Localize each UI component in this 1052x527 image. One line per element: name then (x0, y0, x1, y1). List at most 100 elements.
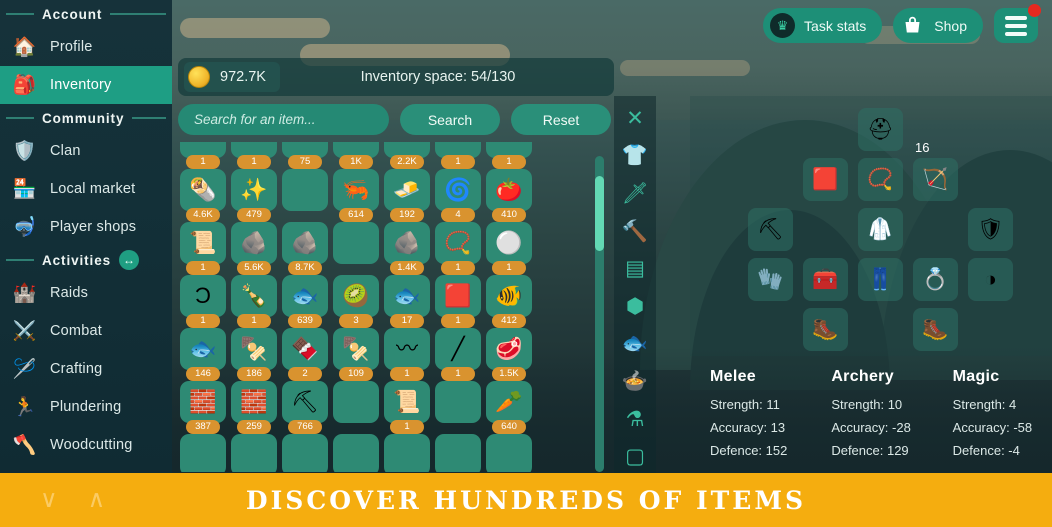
hamburger-menu-icon[interactable] (994, 4, 1041, 43)
scrollbar-thumb[interactable] (595, 176, 604, 251)
item-copper-bar[interactable]: 🧱 (180, 381, 226, 423)
sidebar-item-label: Local market (50, 181, 136, 197)
chevron-down-icon[interactable]: ∨ (40, 488, 58, 512)
item-carrot[interactable]: 🥕 (486, 381, 532, 423)
item-air-rune[interactable]: 🌀 (435, 169, 481, 211)
item-fish-skewer-2[interactable]: 🍢 (231, 328, 277, 370)
item-potions[interactable]: 🍾 (231, 275, 277, 317)
hammer-icon[interactable]: 🔨 (618, 215, 652, 248)
sidebar-item-local-market[interactable]: 🏪 Local market (0, 170, 172, 208)
shirt-icon[interactable]: 👕 (618, 140, 652, 173)
sidebar-item-fishing[interactable]: 🐟Fishing (0, 464, 172, 473)
item-sparkle[interactable]: ✨ (231, 169, 277, 211)
inventory-cell (484, 434, 534, 472)
weapon-slot[interactable]: ⛏ (748, 208, 793, 251)
ring-slot[interactable]: 💍 (913, 258, 958, 301)
item-quantity-badge: 1 (186, 314, 220, 328)
item-wrap[interactable]: 🌯 (180, 169, 226, 211)
body-slot[interactable]: 🥼 (858, 208, 903, 251)
combat-stats-panel: Melee Strength: 11 Accuracy: 13 Defence: 15… (710, 368, 1052, 473)
sidebar-item-player-shops[interactable]: 🤿 Player shops (0, 208, 172, 246)
inventory-scrollbar[interactable] (595, 156, 604, 472)
inventory-cell (433, 434, 483, 472)
item-thread[interactable]: 〰 (384, 328, 430, 370)
inventory-cell (229, 434, 279, 472)
close-icon[interactable]: ✕ (618, 102, 652, 135)
item-fish-blue[interactable]: 🐠 (486, 275, 532, 317)
chevron-up-icon[interactable]: ∧ (88, 488, 106, 512)
inventory-cell: 🥩 1.5K (484, 328, 534, 381)
amulet-slot[interactable]: 📿 (858, 158, 903, 201)
item-amulet[interactable]: 📿 (435, 222, 481, 264)
shop-button[interactable]: Shop (893, 8, 983, 43)
search-input[interactable] (178, 104, 389, 135)
item-fish-raw[interactable]: 🐟 (384, 275, 430, 317)
divider-line (6, 117, 34, 119)
inventory-cell: 🐟 639 (280, 275, 330, 328)
inventory-cell: ✨ 479 (229, 169, 279, 222)
boots-slot[interactable]: 🥾 (803, 308, 848, 351)
stat-accuracy: Accuracy: -28 (831, 420, 911, 435)
item-meat[interactable]: 🥩 (486, 328, 532, 370)
task-stats-button[interactable]: ♛ Task stats (763, 8, 883, 43)
boots-slot-2[interactable]: 🥾 (913, 308, 958, 351)
item-partial-row-6 (435, 434, 481, 472)
search-button[interactable]: Search (400, 104, 500, 135)
sidebar-item-combat[interactable]: ⚔️ Combat (0, 312, 172, 350)
item-tomato[interactable]: 🍅 (486, 169, 532, 211)
bracelet-slot[interactable]: ◑ (968, 258, 1013, 301)
logs-icon[interactable]: ▤ (618, 252, 652, 285)
item-ore-grey[interactable]: 🪨 (384, 222, 430, 264)
gloves-slot[interactable]: 🧤 (748, 258, 793, 301)
item-log-roll[interactable]: 🍫 (282, 328, 328, 370)
item-gold-bar[interactable]: 🧈 (384, 169, 430, 211)
sidebar-item-inventory[interactable]: 🎒 Inventory (0, 66, 172, 104)
item-fish-perch[interactable]: 🐟 (282, 275, 328, 317)
item-ore-chunk[interactable]: ⛏ (282, 381, 328, 423)
sidebar-item-woodcutting[interactable]: 🪓 Woodcutting (0, 426, 172, 464)
tools-slot[interactable]: 🧰 (803, 258, 848, 301)
expand-arrows-icon[interactable]: ↔ (119, 250, 140, 270)
item-ore-brown[interactable]: 🪨 (231, 222, 277, 264)
sidebar-item-plundering[interactable]: 🏃 Plundering (0, 388, 172, 426)
inventory-cell (331, 434, 381, 472)
legs-slot[interactable]: 👖 (858, 258, 903, 301)
item-bracelet[interactable]: Ɔ (180, 275, 226, 317)
item-cooked-fish[interactable]: 🍢 (333, 328, 379, 370)
item-fish-skewer-1[interactable]: 🐟 (180, 328, 226, 370)
shield-slot[interactable]: 🛡 (968, 208, 1013, 251)
inventory-cell: ╱ 1 (433, 328, 483, 381)
item-quantity-badge: 75 (288, 155, 322, 169)
ammo-slot[interactable]: 🏹 16 (913, 141, 958, 201)
item-iron-bar[interactable]: 🧱 (231, 381, 277, 423)
inventory-cell: 🍢 109 (331, 328, 381, 381)
item-pickaxe-scroll[interactable]: 📜 (384, 381, 430, 423)
item-ore-dark[interactable]: 🪨 (282, 222, 328, 264)
sidebar-item-profile[interactable]: 🏠 Profile (0, 28, 172, 66)
inventory-cell: 📿 1 (433, 222, 483, 275)
sidebar-item-raids[interactable]: 🏰 Raids (0, 274, 172, 312)
item-quantity-badge: 2 (288, 367, 322, 381)
item-spear[interactable]: ╱ (435, 328, 481, 370)
item-shrimp[interactable]: 🦐 (333, 169, 379, 211)
sidebar-item-clan[interactable]: 🛡️ Clan (0, 132, 172, 170)
task-stats-label: Task stats (804, 17, 867, 34)
cooked-food-icon[interactable]: 🍲 (618, 365, 652, 398)
helmet-slot[interactable]: ⛑ (858, 108, 903, 151)
inventory-cell (178, 434, 228, 472)
sword-icon[interactable]: 🗡 (618, 177, 652, 210)
fish-icon[interactable]: 🐟 (618, 328, 652, 361)
item-scroll[interactable]: 📜 (180, 222, 226, 264)
item-kiwi[interactable]: 🥝 (333, 275, 379, 317)
box-icon[interactable]: ▢ (618, 440, 652, 473)
item-quantity-badge: 614 (339, 208, 373, 222)
cape-slot[interactable]: 🟥 (803, 158, 848, 201)
potion-icon[interactable]: ⚗ (618, 403, 652, 436)
item-quantity-badge: 1 (441, 314, 475, 328)
sidebar-item-crafting[interactable]: 🪡 Crafting (0, 350, 172, 388)
item-red-cape[interactable]: 🟥 (435, 275, 481, 317)
item-ring[interactable]: ⚪ (486, 222, 532, 264)
gem-icon[interactable]: ⬢ (618, 290, 652, 323)
reset-button[interactable]: Reset (511, 104, 611, 135)
inventory-cell: 2.2K (382, 142, 432, 169)
